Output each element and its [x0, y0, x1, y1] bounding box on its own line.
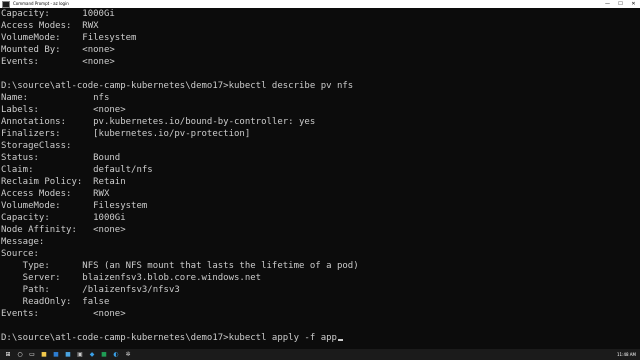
terminal-prompt-line[interactable]: D:\source\atl-code-camp-kubernetes\demo1…: [0, 332, 640, 344]
terminal-line: Claim: default/nfs: [1, 165, 153, 175]
terminal-line: Node Affinity: <none>: [1, 225, 126, 235]
terminal-line: Annotations: pv.kubernetes.io/bound-by-c…: [1, 117, 316, 127]
text-cursor: [337, 339, 343, 341]
terminal-line: Access Modes: RWX: [1, 189, 110, 199]
terminal-line: VolumeMode: Filesystem: [1, 201, 148, 211]
window-title-bar[interactable]: Command Prompt - az login — ☐ ✕: [0, 0, 640, 8]
terminal-line: Mounted By: <none>: [1, 45, 115, 55]
terminal-line: Message:: [1, 237, 45, 247]
terminal-scrollbar[interactable]: [636, 8, 640, 349]
terminal-line: Finalizers: [kubernetes.io/pv-protection…: [1, 129, 251, 139]
close-button[interactable]: ✕: [627, 0, 640, 8]
taskbar-icons: ⊞ ○ ▭ ■ ■ ■ ▣ ◆ ■ ◐ ✲: [0, 351, 132, 359]
maximize-button[interactable]: ☐: [614, 0, 627, 8]
terminal-line: Path: /blaizenfsv3/nfsv3: [1, 285, 180, 295]
terminal-line: Capacity: 1000Gi: [1, 9, 115, 19]
file-explorer-icon[interactable]: ■: [40, 351, 48, 359]
terminal-line: Name: nfs: [1, 93, 110, 103]
window-controls: — ☐ ✕: [601, 0, 640, 8]
system-tray: 11:48 AM: [617, 349, 640, 360]
terminal-lines: Capacity: 1000Gi Access Modes: RWX VolumeM…: [0, 8, 640, 332]
terminal-line: Events: <none>: [1, 309, 126, 319]
terminal-line: Source:: [1, 249, 39, 259]
start-icon[interactable]: ⊞: [4, 351, 12, 359]
excel-icon[interactable]: ■: [100, 351, 108, 359]
store-icon[interactable]: ■: [64, 351, 72, 359]
terminal-line: Access Modes: RWX: [1, 21, 99, 31]
mail-icon[interactable]: ■: [52, 351, 60, 359]
terminal-line: Capacity: 1000Gi: [1, 213, 126, 223]
edge-icon[interactable]: ◐: [112, 351, 120, 359]
terminal-line: StorageClass:: [1, 141, 72, 151]
prompt-path: D:\source\atl-code-camp-kubernetes\demo1…: [1, 333, 229, 343]
terminal-line: Reclaim Policy: Retain: [1, 177, 126, 187]
terminal-line: Events: <none>: [1, 57, 115, 67]
command-prompt-icon[interactable]: ▣: [76, 351, 84, 359]
terminal-line: D:\source\atl-code-camp-kubernetes\demo1…: [1, 81, 354, 91]
taskbar-clock[interactable]: 11:48 AM: [617, 352, 636, 357]
command-prompt-app-icon: [2, 0, 10, 8]
terminal-line: Type: NFS (an NFS mount that lasts the l…: [1, 261, 359, 271]
terminal-output[interactable]: Capacity: 1000Gi Access Modes: RWX VolumeM…: [0, 8, 640, 349]
terminal-line: Status: Bound: [1, 153, 121, 163]
search-icon[interactable]: ○: [16, 351, 24, 359]
minimize-button[interactable]: —: [601, 0, 614, 8]
task-view-icon[interactable]: ▭: [28, 351, 36, 359]
windows-taskbar: ⊞ ○ ▭ ■ ■ ■ ▣ ◆ ■ ◐ ✲ 11:48 AM: [0, 349, 640, 360]
terminal-line: VolumeMode: Filesystem: [1, 33, 137, 43]
visual-studio-code-icon[interactable]: ◆: [88, 351, 96, 359]
settings-icon[interactable]: ✲: [124, 351, 132, 359]
typed-command: kubectl apply -f app: [228, 333, 337, 343]
terminal-line: Server: blaizenfsv3.blob.core.windows.ne…: [1, 273, 262, 283]
terminal-line: ReadOnly: false: [1, 297, 110, 307]
window-title: Command Prompt - az login: [13, 1, 69, 6]
terminal-line: Labels: <none>: [1, 105, 126, 115]
